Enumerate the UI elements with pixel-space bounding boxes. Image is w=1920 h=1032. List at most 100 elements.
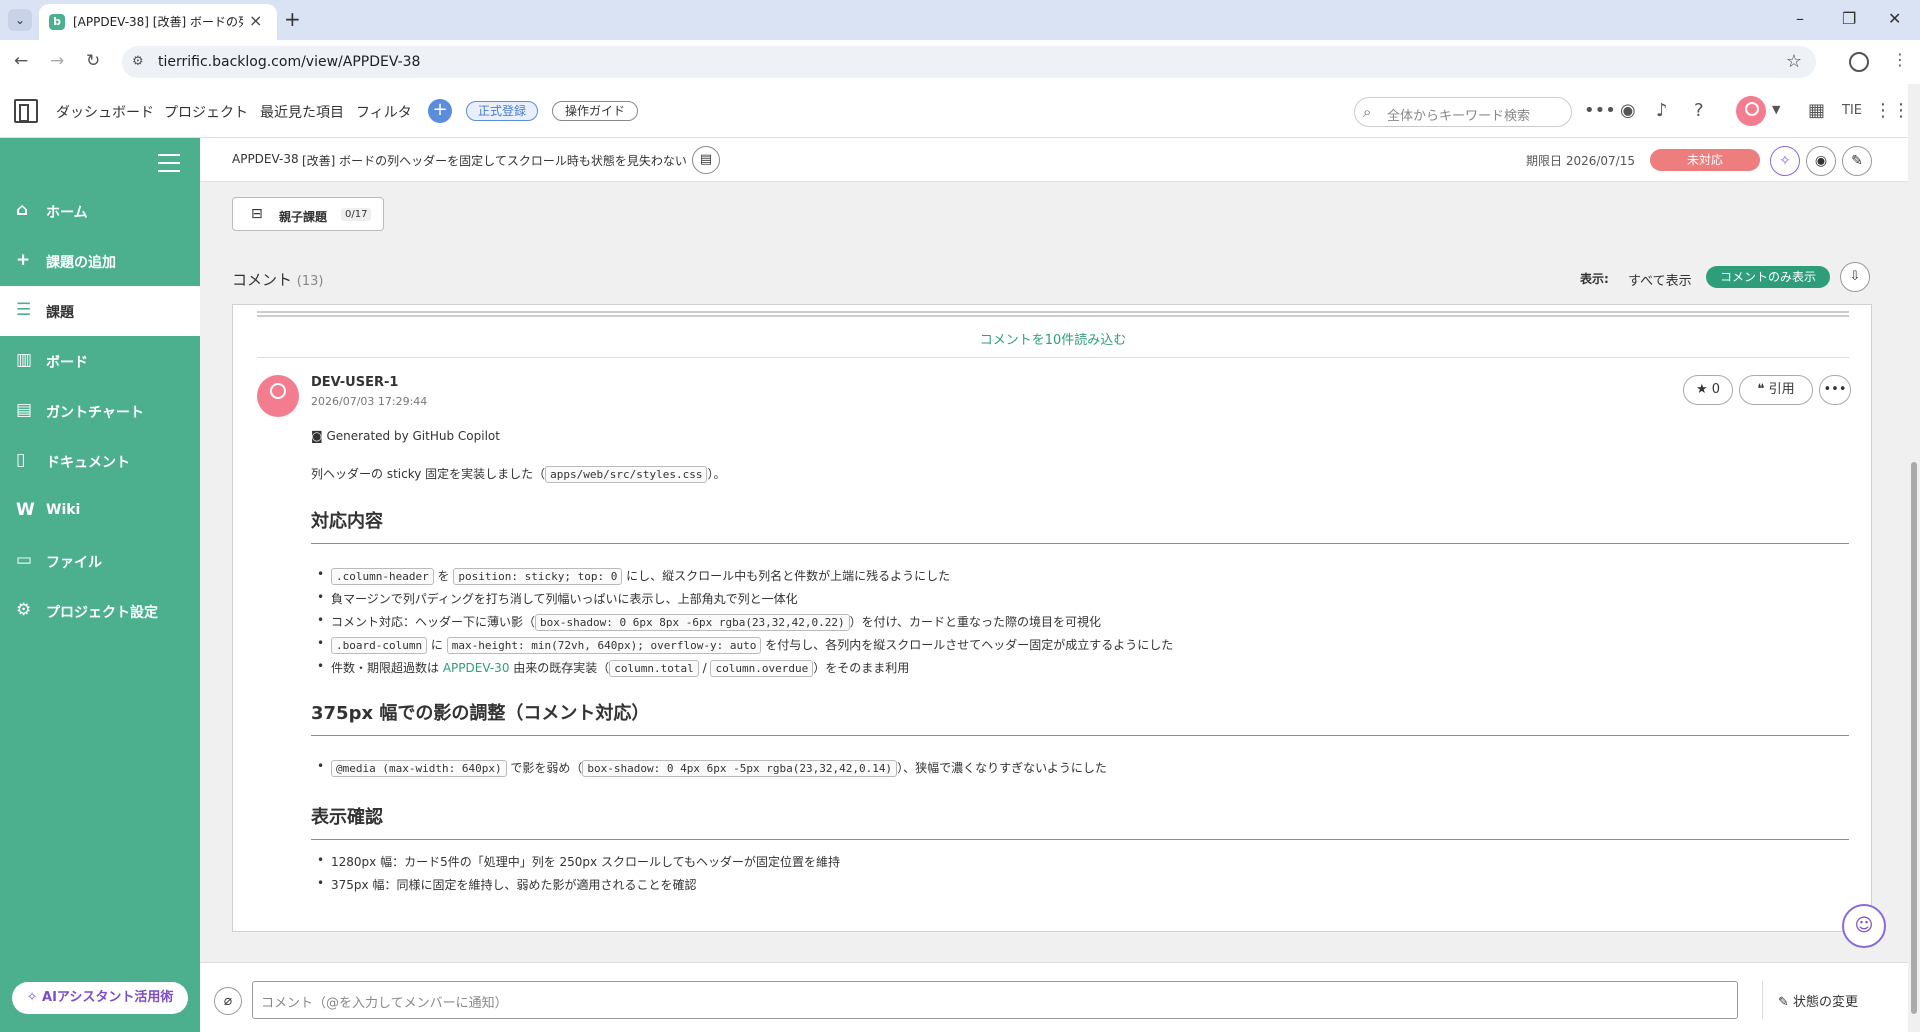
list-item: @media (max-width: 640px) で影を弱め（box-shad… (317, 759, 1107, 777)
apps-grid-icon[interactable]: ⋮⋮ (1874, 100, 1910, 121)
sidebar-item-issues[interactable]: ☰ 課題 (0, 286, 200, 336)
document-icon: ▯ (16, 450, 26, 470)
space-name[interactable]: TIE (1842, 103, 1862, 118)
sidebar-item-documents[interactable]: ▯ ドキュメント (0, 436, 200, 486)
add-button[interactable]: + (428, 99, 452, 123)
sidebar-item-gantt[interactable]: ▤ ガントチャート (0, 386, 200, 436)
inline-code: .board-column (331, 637, 428, 654)
gear-icon: ⚙ (16, 600, 32, 620)
list-text: を付与し、各列内を縦スクロールさせてヘッダー固定が成立するようにした (765, 638, 1174, 652)
watch-issue-icon[interactable]: ◉ (1806, 146, 1836, 176)
search-icon: ⌕ (1363, 103, 1372, 121)
bookmark-star-icon[interactable]: ☆ (1786, 51, 1802, 72)
forward-icon[interactable]: → (50, 51, 64, 71)
tab-close-icon[interactable]: × (249, 11, 262, 30)
nav-recent[interactable]: 最近見た項目 (260, 102, 344, 122)
inline-code: box-shadow: 0 6px 8px -6px rgba(23,32,42… (535, 614, 850, 631)
sort-icon[interactable]: ⇩ (1840, 262, 1870, 292)
profile-icon[interactable] (1849, 52, 1869, 72)
intro-text: ）。 (707, 467, 726, 481)
due-date: 期限日 2026/07/15 (1526, 154, 1635, 168)
tree-icon: ⊟ (251, 206, 263, 222)
space-logo-icon[interactable] (14, 99, 38, 123)
issue-key[interactable]: APPDEV-38 (232, 152, 299, 166)
section-heading: 対応内容 (311, 507, 1849, 544)
tab-title: [APPDEV-38] [改善] ボードの列ヘッ (73, 15, 243, 29)
edit-icon[interactable]: ✎ (1842, 146, 1872, 176)
comment-input[interactable]: コメント（@を入力してメンバーに通知） (252, 981, 1738, 1019)
ai-bot-icon[interactable]: ☺ (1842, 904, 1886, 948)
new-tab-icon[interactable]: + (284, 7, 301, 31)
inline-code: box-shadow: 0 4px 6px -5px rgba(23,32,42… (582, 760, 898, 777)
search-placeholder: 全体からキーワード検索 (1387, 109, 1531, 124)
status-badge[interactable]: 未対応 (1650, 149, 1760, 171)
sidebar-item-add-issue[interactable]: + 課題の追加 (0, 236, 200, 286)
watch-icon[interactable]: ◉ (1620, 100, 1636, 121)
comment-avatar[interactable] (257, 375, 299, 417)
more-icon[interactable]: ••• (1584, 100, 1616, 121)
help-icon[interactable]: ? (1694, 100, 1704, 121)
child-issues-label: 親子課題 (279, 210, 328, 224)
file-icon: ▭ (16, 550, 33, 570)
browser-menu-icon[interactable]: ⋮ (1892, 50, 1908, 69)
space-icon[interactable]: ▦ (1808, 100, 1825, 121)
inline-code: max-height: min(72vh, 640px); overflow-y… (446, 637, 762, 654)
nav-project[interactable]: プロジェクト (164, 102, 248, 122)
divider (257, 357, 1849, 358)
divider (257, 311, 1849, 317)
comment-date[interactable]: 2026/07/03 17:29:44 (311, 395, 427, 408)
bell-icon[interactable]: ♪ (1656, 100, 1668, 121)
sidebar-item-settings[interactable]: ⚙ プロジェクト設定 (0, 586, 200, 636)
nav-filter[interactable]: フィルタ (356, 102, 412, 122)
search-input[interactable]: ⌕ 全体からキーワード検索 (1354, 97, 1572, 127)
show-comments-only-button[interactable]: コメントのみ表示 (1706, 266, 1830, 288)
list-text: / (702, 661, 707, 675)
browser-tab[interactable]: b [APPDEV-38] [改善] ボードの列ヘッ × (39, 4, 277, 40)
list-item: 1280px 幅：カード5件の「処理中」列を 250px スクロールしてもヘッダ… (317, 853, 840, 870)
favicon-icon: b (49, 14, 65, 30)
sidebar-item-files[interactable]: ▭ ファイル (0, 536, 200, 586)
ai-sparkle-icon[interactable]: ✧ (1770, 146, 1800, 176)
nav-dashboard[interactable]: ダッシュボード (56, 102, 154, 122)
load-more-link[interactable]: コメントを10件読み込む (233, 329, 1873, 348)
comments-title: コメント (232, 271, 293, 289)
back-icon[interactable]: ← (14, 51, 28, 71)
intro-text: 列ヘッダーの sticky 固定を実装しました（ (311, 467, 546, 481)
scrollbar-thumb[interactable] (1911, 462, 1917, 1014)
attach-icon[interactable]: ⌀ (214, 987, 242, 1015)
inline-code: column.overdue (710, 660, 814, 677)
inline-code: apps/web/src/styles.css (545, 466, 708, 483)
sidebar-item-home[interactable]: ⌂ ホーム (0, 186, 200, 236)
comment-user[interactable]: DEV-USER-1 (311, 375, 398, 390)
sidebar-item-board[interactable]: ▥ ボード (0, 336, 200, 386)
url-field[interactable]: ⚙ tierrific.backlog.com/view/APPDEV-38 ☆ (122, 46, 1816, 78)
url-text[interactable]: tierrific.backlog.com/view/APPDEV-38 (158, 54, 420, 70)
user-avatar[interactable] (1736, 96, 1766, 126)
register-button[interactable]: 正式登録 (466, 101, 538, 121)
copy-icon[interactable]: ▤ (692, 146, 720, 174)
comment-more-icon[interactable]: ••• (1819, 375, 1851, 405)
show-all-button[interactable]: すべて表示 (1628, 270, 1692, 289)
restore-icon[interactable]: ❐ (1842, 9, 1856, 28)
sidebar-item-wiki[interactable]: W Wiki (0, 486, 200, 536)
minimize-icon[interactable]: – (1796, 9, 1804, 28)
chevron-down-icon[interactable]: ▼ (1772, 103, 1780, 116)
quote-button[interactable]: ❝ 引用 (1739, 375, 1813, 405)
issue-link[interactable]: APPDEV-30 (443, 661, 510, 675)
guide-button[interactable]: 操作ガイド (552, 101, 638, 121)
site-info-icon[interactable]: ⚙ (132, 54, 144, 69)
tab-list-button[interactable]: ⌄ (8, 9, 32, 31)
list-item: .column-header を position: sticky; top: … (317, 567, 950, 585)
comment-footer: ⌀ コメント（@を入力してメンバーに通知） ✎ 状態の変更 (200, 962, 1908, 1032)
hamburger-icon[interactable] (158, 154, 180, 172)
list-icon: ☰ (16, 300, 32, 320)
reload-icon[interactable]: ↻ (86, 51, 100, 71)
home-icon: ⌂ (16, 200, 29, 220)
section-heading: 表示確認 (311, 803, 1849, 840)
list-text: で影を弱め（ (510, 761, 583, 775)
close-window-icon[interactable]: ✕ (1888, 9, 1901, 28)
ai-assistant-button[interactable]: ✧ AIアシスタント活用術 (12, 982, 188, 1014)
star-button[interactable]: ★ 0 (1683, 375, 1733, 405)
change-status-button[interactable]: ✎ 状態の変更 (1778, 991, 1858, 1010)
child-issues-button[interactable]: ⊟ 親子課題 0/17 (232, 197, 384, 231)
